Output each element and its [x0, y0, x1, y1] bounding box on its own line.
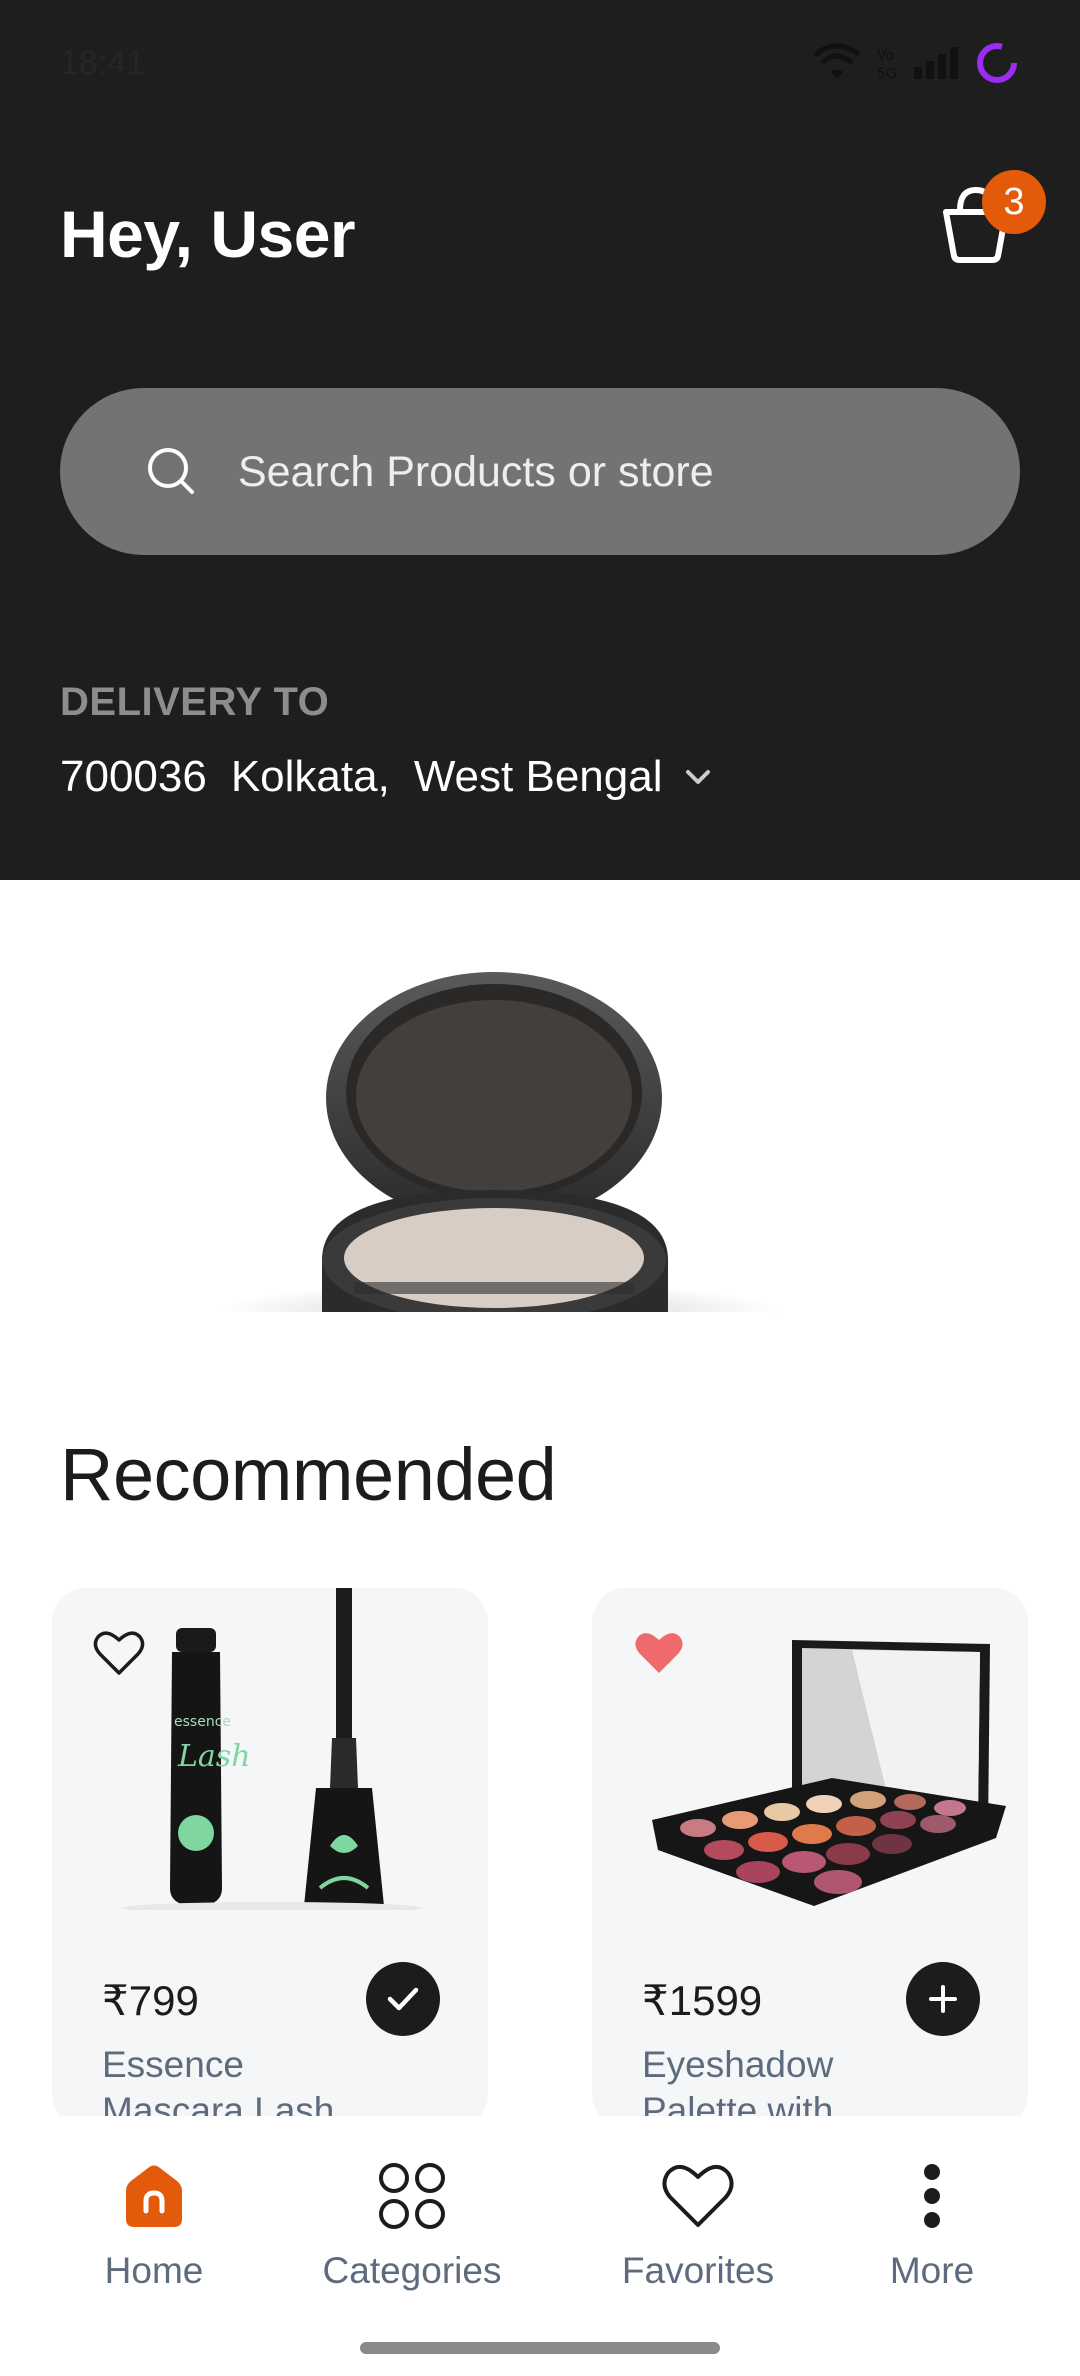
nav-item-categories[interactable]: Categories [282, 2116, 542, 2316]
status-icons: Vo 5G [812, 40, 1020, 86]
add-to-cart-button[interactable] [906, 1962, 980, 2036]
delivery-state: West Bengal [413, 752, 663, 801]
chevron-down-icon [686, 770, 711, 784]
product-name-line1: Eyeshadow [642, 2044, 834, 2085]
cart-count-badge: 3 [982, 170, 1046, 234]
greeting-title: Hey, User [60, 197, 356, 271]
in-cart-check-button[interactable] [366, 1962, 440, 2036]
home-indicator[interactable] [360, 2342, 720, 2354]
section-title-recommended: Recommended [60, 1433, 557, 1516]
svg-text:Vo: Vo [877, 48, 894, 64]
heart-outline-icon[interactable] [92, 1628, 146, 1678]
nav-label-more: More [889, 2250, 975, 2291]
delivery-location-selector[interactable]: 700036 Kolkata, West Bengal [60, 752, 714, 802]
compact-powder-image [150, 972, 780, 1342]
promo-banner[interactable] [0, 880, 1080, 1342]
product-price: ₹799 [102, 1977, 199, 2024]
heart-filled-icon[interactable] [632, 1628, 686, 1678]
heart-icon [662, 2165, 734, 2227]
product-name-line1: Essence [102, 2044, 244, 2085]
search-icon [148, 448, 194, 494]
delivery-label: DELIVERY TO [60, 680, 330, 724]
delivery-pincode: 700036 [60, 752, 207, 801]
signal-icon [914, 47, 958, 79]
more-vertical-icon [924, 2164, 940, 2228]
nav-item-favorites[interactable]: Favorites [568, 2116, 828, 2316]
svg-text:Lash: Lash [177, 1739, 251, 1774]
bottom-navigation: Home Categories Favorites More [0, 2116, 1080, 2376]
nav-item-more[interactable]: More [802, 2116, 1062, 2316]
plus-icon [929, 1985, 957, 2013]
loading-ring-icon [977, 43, 1017, 83]
delivery-city: Kolkata, [230, 752, 390, 801]
nav-item-home[interactable]: Home [24, 2116, 284, 2316]
status-time: 18:41 [60, 44, 146, 82]
check-icon [387, 1987, 419, 2011]
nav-label-categories: Categories [322, 2250, 502, 2291]
categories-icon [379, 2163, 445, 2229]
svg-text:essence: essence [174, 1714, 231, 1730]
svg-text:5G: 5G [877, 66, 897, 82]
wifi-icon [813, 43, 861, 79]
search-placeholder: Search Products or store [238, 448, 714, 496]
product-price: ₹1599 [642, 1977, 763, 2024]
search-input[interactable]: Search Products or store [60, 388, 1020, 555]
home-icon [126, 2165, 182, 2227]
nav-label-home: Home [104, 2250, 204, 2291]
nav-label-favorites: Favorites [621, 2250, 775, 2291]
volte-icon: Vo 5G [877, 48, 897, 82]
app-header: 18:41 Vo 5G Hey, User 3 Search Products … [0, 0, 1080, 880]
